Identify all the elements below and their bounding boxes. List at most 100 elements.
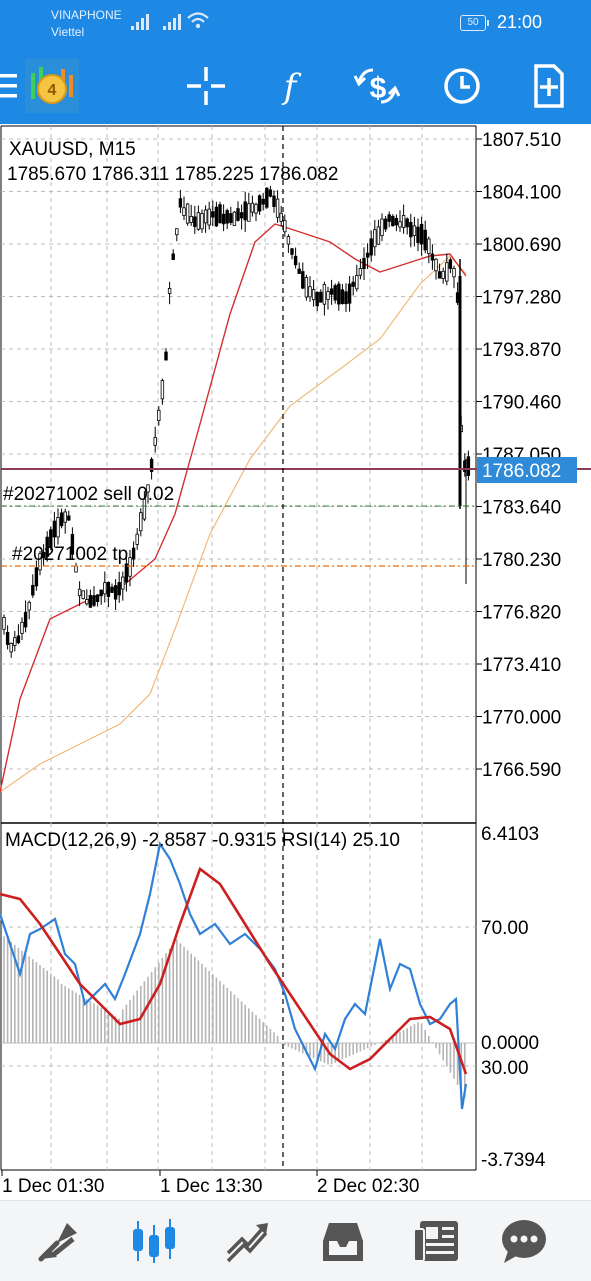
app-logo[interactable]: 4: [25, 59, 79, 113]
macd-histogram-bar: [453, 1043, 455, 1079]
macd-histogram-bar: [212, 974, 214, 1043]
candle: [334, 286, 337, 300]
candle: [154, 438, 157, 446]
macd-histogram-bar: [241, 1002, 243, 1043]
svg-text:$: $: [370, 72, 387, 105]
nav-history[interactable]: [313, 1215, 373, 1267]
macd-histogram-bar: [61, 984, 63, 1043]
candle: [122, 577, 125, 589]
nav-chart[interactable]: [124, 1215, 184, 1267]
candle: [183, 208, 186, 216]
candle: [114, 586, 117, 600]
nav-trade[interactable]: [218, 1215, 278, 1267]
macd-histogram-bar: [151, 972, 153, 1043]
candle: [194, 217, 197, 227]
candle: [60, 513, 63, 526]
macd-histogram-bar: [169, 949, 171, 1043]
macd-histogram-bar: [356, 1043, 358, 1053]
chart-area[interactable]: 1807.5101804.1001800.6901797.2801793.870…: [0, 124, 591, 1200]
price-label: 1776.820: [482, 603, 561, 624]
candle: [222, 214, 225, 224]
macd-histogram-bar: [406, 1028, 408, 1043]
moving-average-fast: [0, 224, 466, 792]
battery-indicator: 50: [460, 15, 486, 31]
macd-histogram-bar: [104, 1010, 106, 1043]
indicator-scale-label: 6.4103: [481, 824, 539, 845]
candle: [6, 632, 9, 644]
candle: [78, 589, 81, 595]
ohlc-values: 1785.670 1786.311 1785.225 1786.082: [7, 164, 338, 185]
candle: [262, 199, 265, 204]
menu-icon[interactable]: [0, 72, 20, 100]
macd-histogram-bar: [298, 1043, 300, 1052]
macd-histogram-bar: [288, 1043, 290, 1047]
candle: [240, 213, 243, 218]
price-label: 1807.510: [482, 130, 561, 151]
wifi-icon: [186, 10, 210, 32]
macd-histogram-bar: [75, 993, 77, 1043]
nav-news[interactable]: [406, 1215, 466, 1267]
macd-histogram-bar: [198, 960, 200, 1043]
currency-exchange-icon: $: [349, 58, 405, 114]
macd-histogram-bar: [176, 939, 178, 1043]
macd-histogram-bar: [64, 986, 66, 1043]
candle: [316, 292, 319, 305]
messages-icon: [494, 1215, 554, 1267]
candle: [32, 585, 35, 595]
candle: [251, 203, 254, 212]
tp-label[interactable]: #20271002 tp: [12, 544, 128, 565]
candle: [10, 643, 13, 652]
nav-messages[interactable]: [494, 1215, 554, 1267]
candle: [449, 260, 452, 269]
macd-histogram-bar: [122, 1009, 124, 1043]
candle: [410, 222, 413, 236]
macd-histogram-bar: [25, 953, 27, 1043]
candle: [428, 239, 431, 254]
candle: [438, 272, 441, 279]
macd-histogram-bar: [79, 995, 81, 1043]
price-chart[interactable]: 1807.5101804.1001800.6901797.2801793.870…: [0, 124, 591, 1200]
macd-histogram-bar: [82, 997, 84, 1043]
macd-histogram-bar: [399, 1032, 401, 1043]
signal-icon: [162, 12, 184, 32]
candle: [345, 292, 348, 304]
candle: [129, 558, 132, 577]
macd-histogram-bar: [410, 1026, 412, 1043]
candle: [230, 214, 233, 223]
crosshair-button[interactable]: [178, 58, 234, 114]
nav-quotes[interactable]: [29, 1215, 89, 1267]
timeframe-button[interactable]: [434, 58, 490, 114]
candle: [266, 188, 269, 207]
time-label: 1 Dec 13:30: [160, 1176, 262, 1197]
symbol-button[interactable]: $: [349, 58, 405, 114]
macd-histogram-bar: [10, 942, 12, 1043]
time-label: 2 Dec 02:30: [317, 1176, 419, 1197]
indicators-button[interactable]: f: [262, 58, 318, 114]
crosshair-icon: [178, 58, 234, 114]
indicator-scale-label: 0.0000: [481, 1033, 539, 1054]
candle: [237, 209, 240, 221]
new-order-button[interactable]: [520, 58, 576, 114]
macd-histogram-bar: [367, 1043, 369, 1048]
candle: [395, 218, 398, 225]
candle: [179, 199, 182, 207]
macd-histogram-bar: [57, 979, 59, 1043]
candle: [64, 512, 67, 522]
bottom-nav: [0, 1200, 591, 1281]
candle: [14, 638, 17, 646]
macd-histogram-bar: [219, 981, 221, 1043]
candle: [381, 219, 384, 236]
macd-histogram-bar: [201, 964, 203, 1043]
quotes-icon: [29, 1215, 89, 1267]
order-label[interactable]: #20271002 sell 0.02: [3, 484, 174, 505]
price-label: 1800.690: [482, 235, 561, 256]
candle: [201, 213, 204, 228]
svg-text:4: 4: [48, 82, 57, 99]
macd-histogram-bar: [237, 998, 239, 1043]
macd-histogram-bar: [226, 988, 228, 1043]
macd-histogram-bar: [136, 991, 138, 1043]
candle: [384, 219, 387, 229]
macd-histogram-bar: [28, 956, 30, 1043]
macd-histogram-bar: [223, 984, 225, 1043]
candle: [446, 263, 449, 281]
